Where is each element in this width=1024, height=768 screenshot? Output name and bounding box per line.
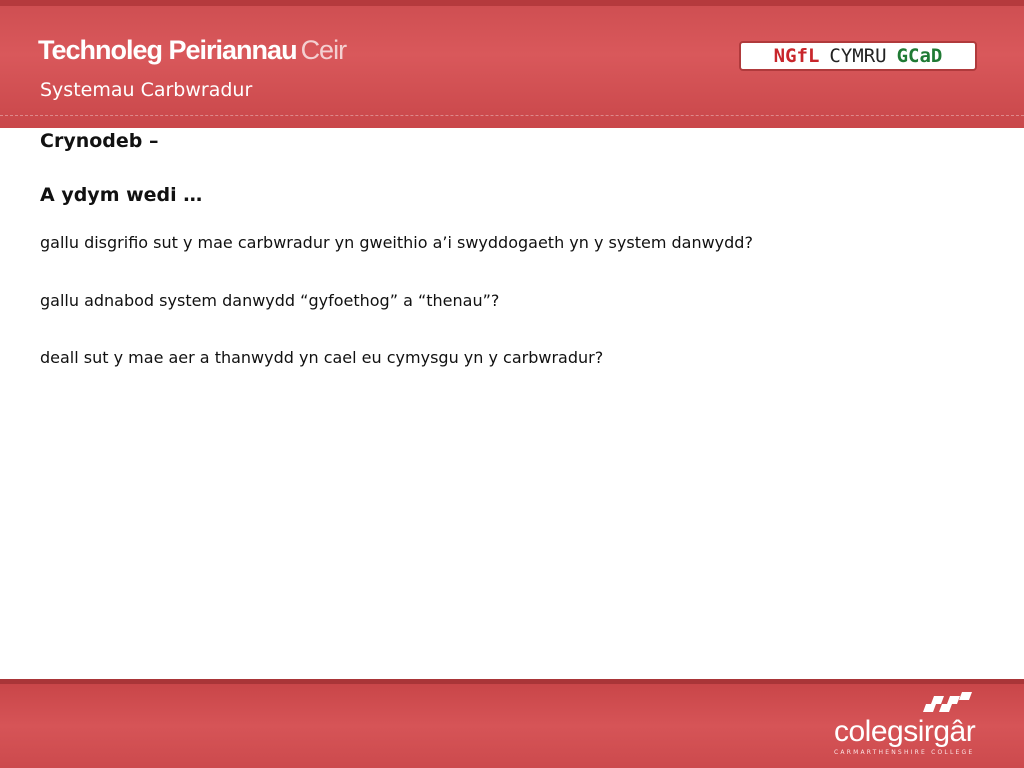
question-heading: A ydym wedi … [40, 184, 203, 206]
header-divider [0, 115, 1024, 116]
brand-subtitle: CARMARTHENSHIRE COLLEGE [834, 749, 975, 756]
logo-cymru: CYMRU [829, 45, 887, 67]
ngfl-cymru-gcad-logo: NGfL CYMRU GCaD [739, 41, 977, 71]
page-title: Technoleg Peiriannau Ceir [38, 35, 348, 66]
summary-item: deall sut y mae aer a thanwydd yn cael e… [40, 348, 604, 367]
logo-gcad: GCaD [896, 45, 943, 67]
title-bold: Technoleg Peiriannau [38, 35, 298, 65]
summary-item: gallu disgrifio sut y mae carbwradur yn … [40, 233, 753, 252]
summary-item: gallu adnabod system danwydd “gyfoethog”… [40, 291, 500, 310]
page-subtitle: Systemau Carbwradur [40, 79, 253, 101]
college-brand: colegsirgâr CARMARTHENSHIRE COLLEGE [834, 715, 984, 756]
logo-ngfl: NGfL [773, 45, 820, 67]
title-light: Ceir [300, 35, 348, 65]
brand-name: colegsirgâr [834, 715, 976, 748]
summary-heading: Crynodeb – [40, 130, 159, 152]
